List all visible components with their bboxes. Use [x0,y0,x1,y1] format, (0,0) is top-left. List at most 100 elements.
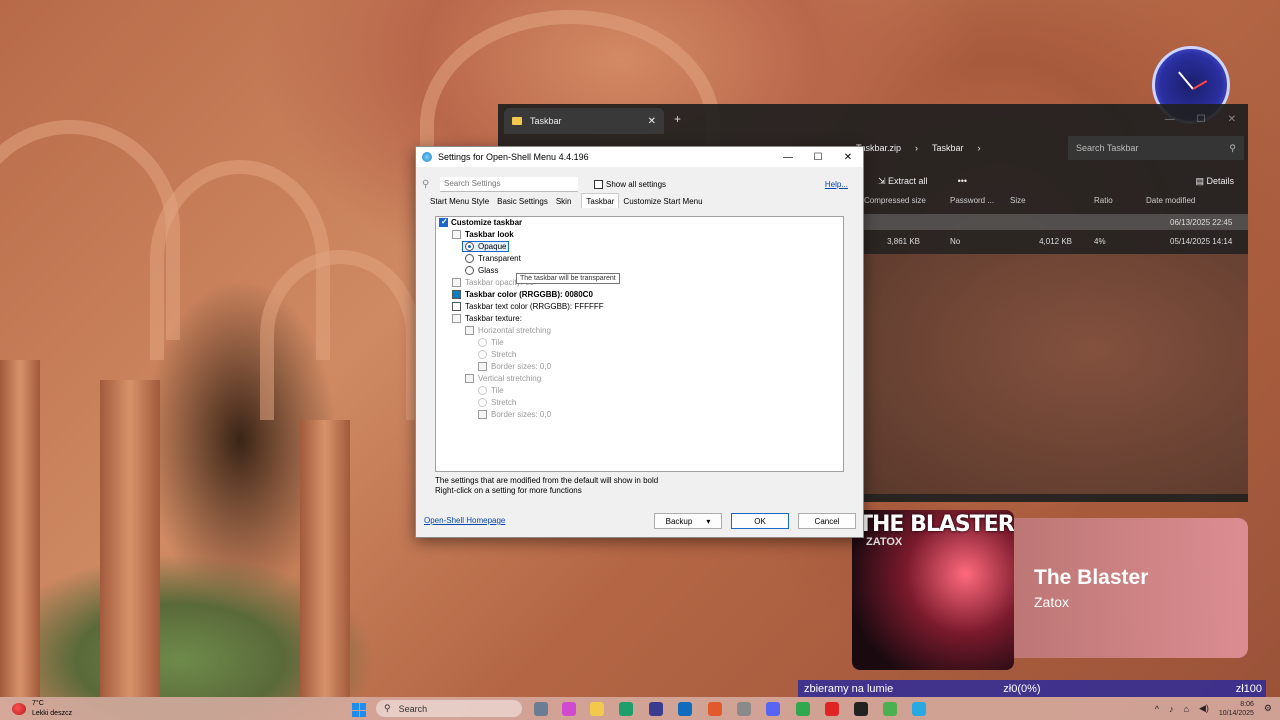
tab-customize-start-menu[interactable]: Customize Start Menu [619,195,706,208]
radio-selected-icon[interactable] [465,242,474,251]
show-all-settings-checkbox[interactable]: Show all settings [594,179,666,189]
setting-taskbar-look[interactable]: Taskbar look [452,230,514,239]
chevron-up-icon[interactable]: ^ [1155,704,1159,714]
radio-v-tile[interactable]: Tile [478,386,504,395]
app-icon[interactable] [796,702,810,716]
setting-taskbar-text-color[interactable]: Taskbar text color (RRGGBB): FFFFFF [452,302,604,311]
table-row[interactable]: 06/13/2025 22:45 [864,214,1248,230]
details-button[interactable]: ▤ Details [1195,176,1234,187]
discord-icon[interactable] [766,702,780,716]
radio-icon[interactable] [478,398,487,407]
setting-label: Opaque [478,242,507,251]
outlook-icon[interactable] [678,702,692,716]
tab-taskbar[interactable]: Taskbar [581,193,620,208]
new-tab-button[interactable]: + [674,112,681,126]
open-shell-homepage-link[interactable]: Open-Shell Homepage [424,516,505,525]
setting-item-icon [452,278,461,287]
setting-item-icon [478,410,487,419]
checkbox-icon[interactable] [594,179,603,189]
steam-icon[interactable] [854,702,868,716]
setting-h-border-sizes[interactable]: Border sizes: 0,0 [478,362,551,371]
info-line: The settings that are modified from the … [435,476,659,485]
close-button[interactable]: ✕ [1228,114,1236,125]
cancel-button[interactable]: Cancel [798,513,856,529]
radio-icon[interactable] [478,386,487,395]
maximize-button[interactable]: ☐ [1197,114,1206,125]
search-icon: ⚲ [1229,142,1236,153]
radio-icon[interactable] [478,350,487,359]
folder-icon [512,117,522,125]
tab-skin[interactable]: Skin [552,195,576,208]
setting-label: Horizontal stretching [478,326,551,335]
explorer-tab[interactable]: Taskbar ✕ [504,108,664,134]
breadcrumb-item[interactable]: Taskbar [932,143,964,153]
extract-all-button[interactable]: ⇲ Extract all [878,176,928,187]
search-settings-input[interactable] [440,176,578,192]
task-view-icon[interactable] [534,702,548,716]
setting-item-icon [478,362,487,371]
setting-customize-taskbar[interactable]: Customize taskbar [439,217,522,227]
tab-start-menu-style[interactable]: Start Menu Style [426,195,493,208]
setting-taskbar-texture[interactable]: Taskbar texture: [452,314,522,323]
volume-icon[interactable]: ◀) [1199,703,1209,714]
taskbar-search[interactable]: ⚲ Search [376,700,522,717]
microphone-icon[interactable]: ♪ [1169,704,1174,714]
open-shell-settings-dialog[interactable]: Settings for Open-Shell Menu 4.4.196 — ☐… [415,146,864,538]
album-art-title: THE BLASTER [858,512,1014,537]
radio-icon[interactable] [465,266,474,275]
media-player-widget[interactable]: The Blaster Zatox THE BLASTER ZATOX [852,510,1248,670]
help-link[interactable]: Help... [825,180,848,189]
app-icon[interactable] [737,702,751,716]
open-shell-icon[interactable] [912,702,926,716]
clock[interactable]: 8:06 10/14/2025 [1219,700,1254,718]
radio-glass[interactable]: Glass [465,266,498,275]
setting-label: Tile [491,338,504,347]
radio-transparent[interactable]: Transparent [465,254,521,263]
store-icon[interactable] [649,702,663,716]
col-date-modified[interactable]: Date modified [1146,196,1195,210]
table-row[interactable]: 3,861 KB No 4,012 KB 4% 05/14/2025 14:14 [864,233,1248,249]
ok-button[interactable]: OK [731,513,789,529]
media-player-icon[interactable] [825,702,839,716]
col-compressed-size[interactable]: Compressed size [864,196,950,210]
start-button[interactable] [352,703,366,717]
settings-tree[interactable]: Customize taskbar Taskbar look Opaque Tr… [435,216,844,472]
radio-v-stretch[interactable]: Stretch [478,398,516,407]
radio-h-tile[interactable]: Tile [478,338,504,347]
setting-horizontal-stretching[interactable]: Horizontal stretching [465,326,551,335]
radio-h-stretch[interactable]: Stretch [478,350,516,359]
network-icon[interactable]: ⌂ [1184,704,1189,714]
minimize-button[interactable]: — [773,152,803,163]
settings-tabs: Start Menu Style Basic Settings Skin Tas… [426,193,707,208]
explorer-search-input[interactable]: Search Taskbar ⚲ [1068,136,1244,160]
minimize-button[interactable]: — [1165,114,1175,125]
backup-button[interactable]: Backup ▾ [654,513,722,529]
chevron-right-icon: › [915,143,919,153]
radio-icon[interactable] [478,338,487,347]
close-button[interactable]: ✕ [833,152,863,163]
setting-group-icon [452,230,461,239]
weather-widget[interactable]: 7°C Lekki deszcz [12,697,72,720]
setting-vertical-stretching[interactable]: Vertical stretching [465,374,541,383]
setting-group-icon [465,374,474,383]
copilot-icon[interactable] [562,702,576,716]
tab-basic-settings[interactable]: Basic Settings [493,195,552,208]
maximize-button[interactable]: ☐ [803,152,833,163]
file-explorer-icon[interactable] [590,702,604,716]
settings-icon[interactable]: ⚙ [1264,703,1272,714]
checkbox-checked-icon[interactable] [439,217,448,227]
close-tab-icon[interactable]: ✕ [648,116,656,127]
col-size[interactable]: Size [1010,196,1094,210]
app-icon[interactable] [708,702,722,716]
setting-v-border-sizes[interactable]: Border sizes: 0,0 [478,410,551,419]
col-ratio[interactable]: Ratio [1094,196,1146,210]
edge-icon[interactable] [619,702,633,716]
radio-icon[interactable] [465,254,474,263]
col-password[interactable]: Password ... [950,196,1010,210]
radio-opaque[interactable]: Opaque [461,241,510,252]
app-icon[interactable] [883,702,897,716]
album-art-artist: ZATOX [866,536,903,548]
more-options-button[interactable]: ••• [958,176,967,186]
setting-taskbar-color[interactable]: Taskbar color (RRGGBB): 0080C0 [452,290,593,299]
search-placeholder: Search Taskbar [1076,143,1139,153]
